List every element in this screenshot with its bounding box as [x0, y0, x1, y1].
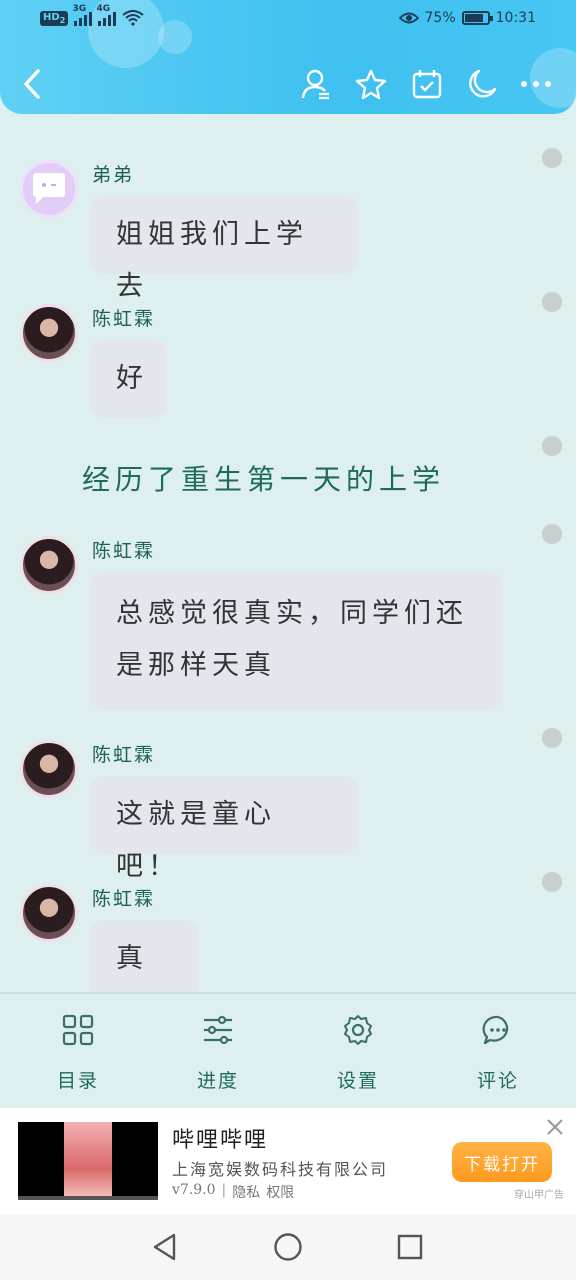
- ad-thumbnail[interactable]: [18, 1122, 158, 1200]
- menu-catalog-button[interactable]: 目录: [18, 1008, 138, 1093]
- avatar[interactable]: [20, 304, 78, 362]
- ad-company: 上海宽娱数码科技有限公司: [172, 1160, 389, 1179]
- ad-version: v7.9.0: [172, 1182, 216, 1198]
- comment-icon: [482, 1015, 509, 1045]
- system-nav-bar: [0, 1214, 576, 1280]
- narration-text[interactable]: 经历了重生第一天的上学: [82, 458, 445, 498]
- chat-bot-icon: [33, 173, 65, 204]
- ad-permissions-link[interactable]: 权限: [266, 1182, 294, 1202]
- speaker-name: 弟弟: [92, 164, 135, 186]
- nav-recents-icon[interactable]: [393, 1230, 427, 1264]
- message-bubble[interactable]: 这就是童心吧！: [90, 776, 358, 882]
- status-bar: HD2 3G 4G 75% 10:31: [0, 0, 576, 40]
- ad-separator: |: [221, 1182, 227, 1198]
- top-header: HD2 3G 4G 75% 10:31: [0, 0, 576, 114]
- message-bubble[interactable]: 真好: [90, 920, 199, 992]
- moon-icon[interactable]: [462, 62, 502, 106]
- gear-icon: [344, 1015, 372, 1045]
- menu-label: 进度: [196, 1070, 239, 1092]
- ad-banner[interactable]: 哔哩哔哩 上海宽娱数码科技有限公司 v7.9.0 | 隐私 权限 下载打开 穿山…: [0, 1108, 576, 1214]
- menu-label: 设置: [336, 1070, 379, 1092]
- read-dot: [542, 148, 562, 168]
- menu-progress-button[interactable]: 进度: [158, 1008, 278, 1093]
- speaker-name: 陈虹霖: [92, 540, 156, 562]
- chat-area[interactable]: 弟弟 姐姐我们上学去 陈虹霖 好 经历了重生第一天的上学 陈虹霖 总感觉很真实，…: [0, 114, 576, 992]
- wifi-icon: [122, 10, 145, 26]
- battery-icon: [461, 11, 493, 25]
- more-icon[interactable]: [516, 62, 556, 106]
- ad-source-label: 穿山甲广告: [514, 1190, 564, 1201]
- eye-icon: [398, 12, 419, 24]
- hd-badge: HD2: [40, 10, 69, 26]
- avatar[interactable]: [20, 884, 78, 942]
- message-line: 总感觉很真实，同学们还: [116, 598, 468, 629]
- ad-meta: v7.9.0 | 隐私 权限: [172, 1182, 294, 1202]
- nav-bar: [0, 62, 576, 106]
- close-icon[interactable]: [544, 1116, 566, 1138]
- calendar-check-icon[interactable]: [407, 62, 447, 106]
- read-dot: [542, 524, 562, 544]
- menu-settings-button[interactable]: 设置: [298, 1008, 418, 1093]
- speaker-name: 陈虹霖: [92, 308, 156, 330]
- signal-icon: 3G: [72, 4, 93, 26]
- clock: 10:31: [495, 10, 536, 26]
- read-dot: [542, 292, 562, 312]
- message-bubble[interactable]: 姐姐我们上学去: [90, 196, 358, 302]
- message-bubble[interactable]: 好: [90, 340, 167, 418]
- message-line: 是那样天真: [116, 650, 276, 681]
- read-dot: [542, 436, 562, 456]
- avatar[interactable]: [20, 740, 78, 798]
- read-dot: [542, 872, 562, 892]
- speaker-name: 陈虹霖: [92, 888, 156, 910]
- avatar[interactable]: [20, 160, 78, 218]
- star-icon[interactable]: [351, 62, 391, 106]
- speaker-name: 陈虹霖: [92, 744, 156, 766]
- ad-privacy-link[interactable]: 隐私: [232, 1182, 260, 1202]
- menu-comments-button[interactable]: 评论: [438, 1008, 558, 1093]
- nav-home-icon[interactable]: [271, 1230, 305, 1264]
- menu-label: 目录: [56, 1070, 99, 1092]
- ad-download-button[interactable]: 下载打开: [452, 1142, 552, 1182]
- sliders-icon: [204, 1015, 232, 1045]
- reader-menu: 目录 进度 设置 评论: [0, 992, 576, 1108]
- ad-title[interactable]: 哔哩哔哩: [172, 1122, 268, 1154]
- battery-percent: 75%: [424, 10, 456, 26]
- avatar[interactable]: [20, 536, 78, 594]
- read-dot: [542, 728, 562, 748]
- menu-label: 评论: [476, 1070, 519, 1092]
- author-icon[interactable]: [296, 62, 336, 106]
- message-bubble[interactable]: 总感觉很真实，同学们还 是那样天真: [90, 572, 502, 710]
- grid-icon: [62, 1014, 94, 1046]
- signal-icon: 4G: [96, 4, 117, 26]
- back-icon[interactable]: [12, 62, 52, 106]
- nav-back-icon[interactable]: [148, 1230, 182, 1264]
